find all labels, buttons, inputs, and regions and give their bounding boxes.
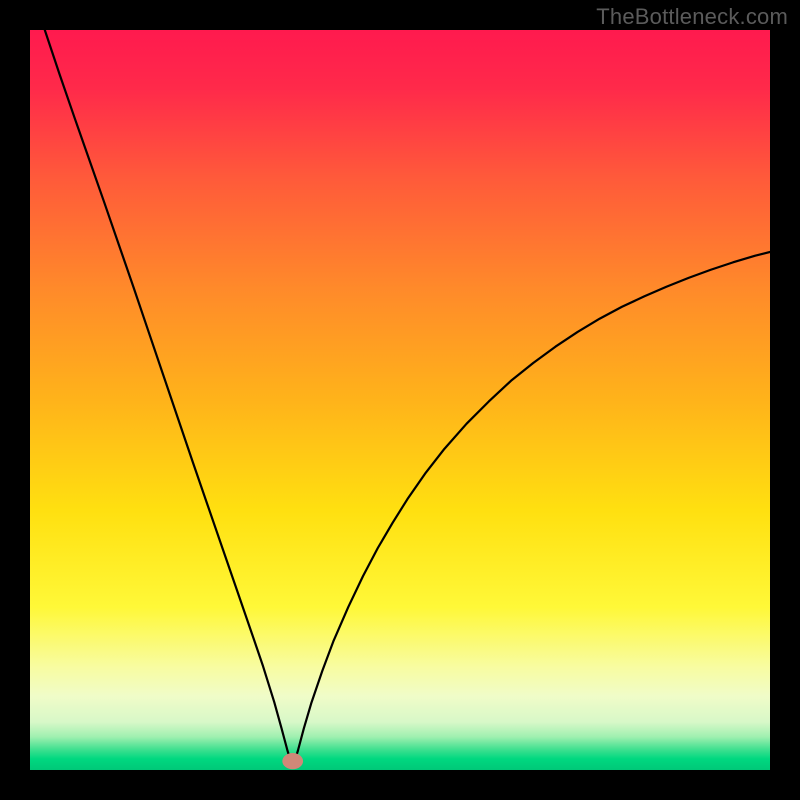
plot-area bbox=[30, 30, 770, 770]
minimum-marker bbox=[282, 753, 303, 769]
watermark-label: TheBottleneck.com bbox=[596, 4, 788, 30]
chart-svg bbox=[30, 30, 770, 770]
chart-frame: TheBottleneck.com bbox=[0, 0, 800, 800]
gradient-background bbox=[30, 30, 770, 770]
